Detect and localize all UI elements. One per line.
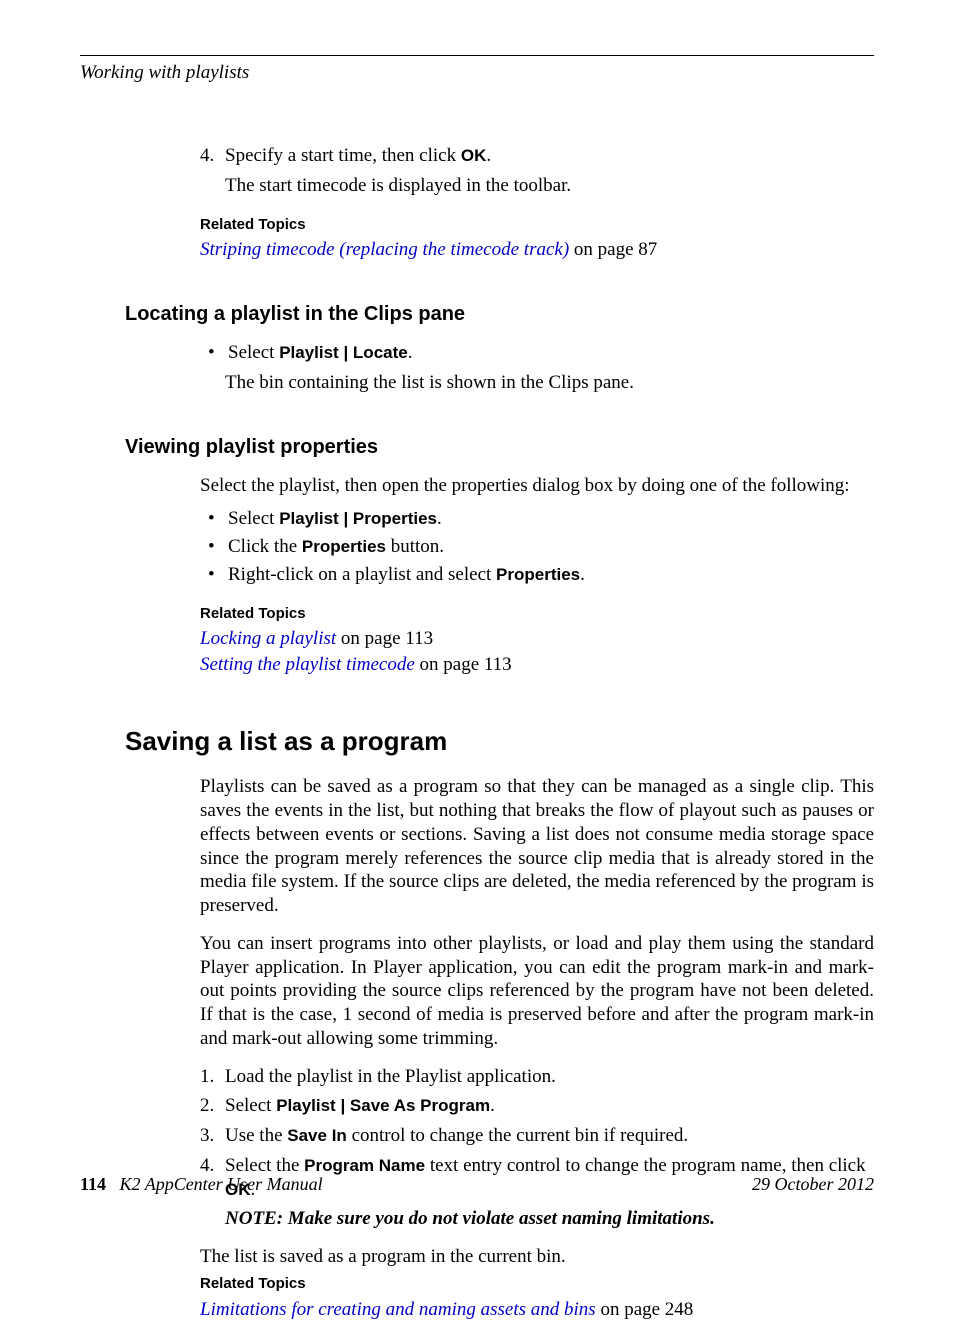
s3-post: control to change the current bin if req… — [347, 1125, 688, 1146]
link-locking-playlist[interactable]: Locking a playlist — [200, 628, 336, 649]
related-link-row-2b: Setting the playlist timecode on page 11… — [200, 653, 874, 677]
footer-date: 29 October 2012 — [752, 1174, 874, 1195]
viewing-bullet-2-text: Click the Properties button. — [228, 535, 874, 559]
viewing-bullet-3-text: Right-click on a playlist and select Pro… — [228, 563, 874, 587]
viewing-b1-post: . — [437, 508, 442, 529]
related-link-row-1: Striping timecode (replacing the timecod… — [200, 238, 874, 262]
related-link-row-2a: Locking a playlist on page 113 — [200, 627, 874, 651]
locating-post: . — [408, 342, 413, 363]
related-link-1-suffix: on page 87 — [569, 239, 657, 260]
step-4-pre: Specify a start time, then click — [225, 145, 461, 166]
saving-note: NOTE: Make sure you do not violate asset… — [225, 1207, 874, 1231]
properties-button-label: Properties — [302, 537, 386, 556]
saving-step-1-num: 1. — [200, 1065, 225, 1089]
link-striping-timecode[interactable]: Striping timecode (replacing the timecod… — [200, 239, 569, 260]
saving-step-3: 3. Use the Save In control to change the… — [200, 1124, 874, 1148]
program-name-label: Program Name — [304, 1156, 425, 1175]
s2-post: . — [490, 1095, 495, 1116]
playlist-properties-label: Playlist | Properties — [279, 509, 437, 528]
page-number: 114 — [80, 1174, 106, 1194]
saving-step-2: 2. Select Playlist | Save As Program. — [200, 1094, 874, 1118]
manual-title: K2 AppCenter User Manual — [120, 1174, 323, 1194]
properties-context-label: Properties — [496, 565, 580, 584]
ok-label: OK — [461, 146, 487, 165]
viewing-b2-post: button. — [386, 536, 444, 557]
s4-pre: Select the — [225, 1155, 304, 1176]
playlist-locate-label: Playlist | Locate — [279, 343, 408, 362]
bullet-icon: • — [208, 507, 228, 531]
running-head: Working with playlists — [80, 62, 874, 84]
related-link-2a-suffix: on page 113 — [336, 628, 433, 649]
step-4-sub: The start timecode is displayed in the t… — [225, 174, 874, 198]
viewing-b3-post: . — [580, 564, 585, 585]
related-topics-heading-3: Related Topics — [200, 1275, 874, 1294]
step-4-post: . — [486, 145, 491, 166]
locating-pre: Select — [228, 342, 279, 363]
locating-bullet-text: Select Playlist | Locate. — [228, 341, 874, 365]
related-link-3-suffix: on page 248 — [596, 1299, 694, 1320]
viewing-b2-pre: Click the — [228, 536, 302, 557]
link-setting-playlist-timecode[interactable]: Setting the playlist timecode — [200, 654, 415, 675]
saving-result: The list is saved as a program in the cu… — [200, 1245, 874, 1269]
related-topics-heading-2: Related Topics — [200, 605, 874, 624]
playlist-save-as-program-label: Playlist | Save As Program — [276, 1096, 490, 1115]
heading-locating-playlist: Locating a playlist in the Clips pane — [125, 302, 874, 327]
saving-step-3-txt: Use the Save In control to change the cu… — [225, 1124, 874, 1148]
s2-pre: Select — [225, 1095, 276, 1116]
viewing-bullet-1: • Select Playlist | Properties. — [208, 507, 874, 531]
step-4-text: Specify a start time, then click OK. — [225, 144, 874, 168]
viewing-b1-pre: Select — [228, 508, 279, 529]
viewing-intro: Select the playlist, then open the prope… — [200, 474, 874, 498]
heading-viewing-properties: Viewing playlist properties — [125, 435, 874, 460]
step-4: 4. Specify a start time, then click OK. — [200, 144, 874, 168]
saving-step-1: 1. Load the playlist in the Playlist app… — [200, 1065, 874, 1089]
related-link-2b-suffix: on page 113 — [415, 654, 512, 675]
viewing-bullet-1-text: Select Playlist | Properties. — [228, 507, 874, 531]
locating-sub: The bin containing the list is shown in … — [225, 371, 874, 395]
related-link-row-3: Limitations for creating and naming asse… — [200, 1298, 874, 1321]
step-4-number: 4. — [200, 144, 225, 168]
heading-saving-list: Saving a list as a program — [125, 725, 874, 758]
saving-step-2-num: 2. — [200, 1094, 225, 1118]
page-footer: 114 K2 AppCenter User Manual 29 October … — [80, 1174, 874, 1195]
s3-pre: Use the — [225, 1125, 287, 1146]
saving-p1: Playlists can be saved as a program so t… — [200, 775, 874, 918]
bullet-icon: • — [208, 341, 228, 365]
bullet-icon: • — [208, 563, 228, 587]
viewing-bullet-3: • Right-click on a playlist and select P… — [208, 563, 874, 587]
viewing-bullet-2: • Click the Properties button. — [208, 535, 874, 559]
s4-mid: text entry control to change the program… — [425, 1155, 866, 1176]
locating-bullet: • Select Playlist | Locate. — [208, 341, 874, 365]
link-limitations-naming[interactable]: Limitations for creating and naming asse… — [200, 1299, 596, 1320]
saving-step-3-num: 3. — [200, 1124, 225, 1148]
saving-step-1-txt: Load the playlist in the Playlist applic… — [225, 1065, 874, 1089]
saving-p2: You can insert programs into other playl… — [200, 932, 874, 1051]
header-rule — [80, 55, 874, 56]
save-in-label: Save In — [287, 1126, 347, 1145]
saving-step-2-txt: Select Playlist | Save As Program. — [225, 1094, 874, 1118]
viewing-b3-pre: Right-click on a playlist and select — [228, 564, 496, 585]
related-topics-heading-1: Related Topics — [200, 216, 874, 235]
bullet-icon: • — [208, 535, 228, 559]
footer-left: 114 K2 AppCenter User Manual — [80, 1174, 323, 1195]
